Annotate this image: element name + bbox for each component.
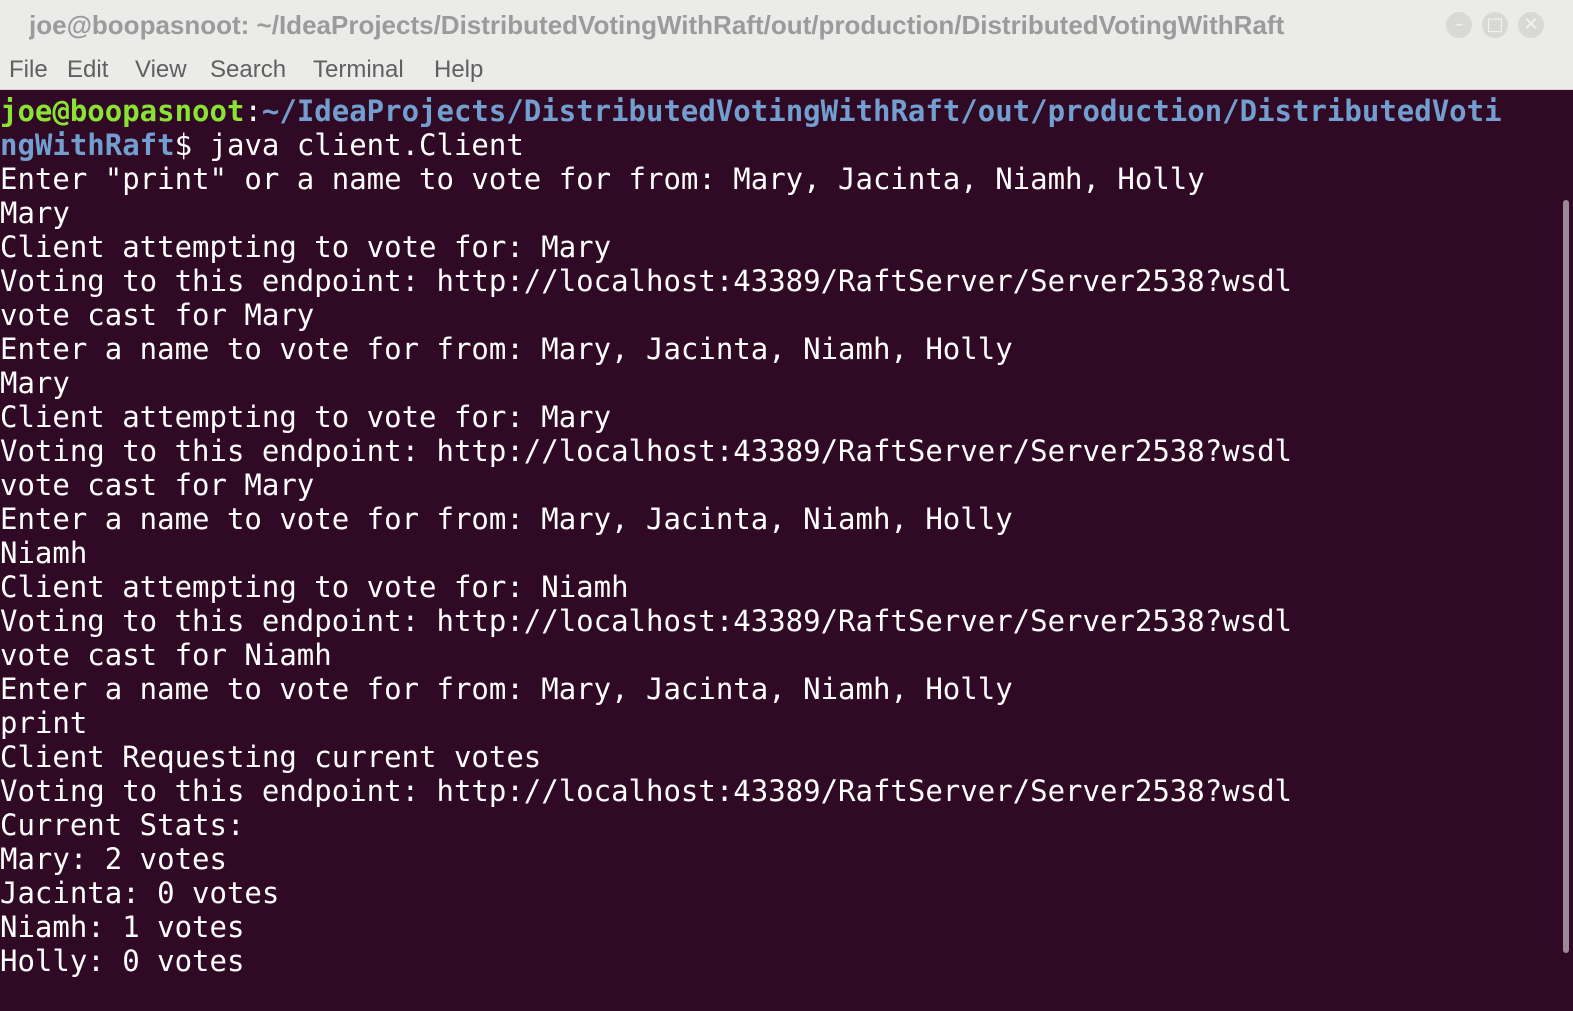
output-line: Voting to this endpoint: http://localhos… xyxy=(0,604,1293,638)
menu-search[interactable]: Search xyxy=(210,54,286,86)
output-line: Niamh: 1 votes xyxy=(0,910,245,944)
scrollbar-thumb[interactable] xyxy=(1563,200,1569,953)
prompt-symbol: $ xyxy=(174,128,193,162)
output-line: Holly: 0 votes xyxy=(0,944,245,978)
menu-help[interactable]: Help xyxy=(434,54,483,86)
output-line: Current Stats: xyxy=(0,808,245,842)
output-line: Jacinta: 0 votes xyxy=(0,876,280,910)
prompt-line-wrapped: ngWithRaft$ java client.Client xyxy=(0,128,524,162)
output-line: Voting to this endpoint: http://localhos… xyxy=(0,264,1293,298)
output-line: Client attempting to vote for: Mary xyxy=(0,400,612,434)
output-line: Mary xyxy=(0,366,70,400)
close-button[interactable]: ✕ xyxy=(1518,12,1544,38)
prompt-path-continued: ngWithRaft xyxy=(0,128,175,162)
output-line: Niamh xyxy=(0,536,88,570)
output-line: Enter a name to vote for from: Mary, Jac… xyxy=(0,672,1013,706)
menu-terminal[interactable]: Terminal xyxy=(313,54,404,86)
terminal-window: joe@boopasnoot: ~/IdeaProjects/Distribut… xyxy=(0,0,1573,1011)
prompt-user-host: joe@boopasnoot xyxy=(0,94,245,128)
output-line: Voting to this endpoint: http://localhos… xyxy=(0,434,1293,468)
output-line: vote cast for Mary xyxy=(0,468,315,502)
output-line: Enter a name to vote for from: Mary, Jac… xyxy=(0,502,1013,536)
prompt-separator: : xyxy=(244,94,262,128)
output-line: Client attempting to vote for: Mary xyxy=(0,230,612,264)
menu-bar: File Edit View Search Terminal Help xyxy=(0,50,1573,90)
output-line: Mary xyxy=(0,196,70,230)
minimize-button[interactable]: – xyxy=(1446,12,1472,38)
command-text: java client.Client xyxy=(192,128,524,162)
output-line: vote cast for Mary xyxy=(0,298,315,332)
prompt-path: ~/IdeaProjects/DistributedVotingWithRaft… xyxy=(261,94,1502,128)
menu-file[interactable]: File xyxy=(9,54,48,86)
window-title: joe@boopasnoot: ~/IdeaProjects/Distribut… xyxy=(29,10,1285,40)
output-line: Client Requesting current votes xyxy=(0,740,542,774)
prompt-line: joe@boopasnoot:~/IdeaProjects/Distribute… xyxy=(0,94,1502,128)
output-line: vote cast for Niamh xyxy=(0,638,332,672)
menu-view[interactable]: View xyxy=(135,54,187,86)
terminal-output[interactable]: joe@boopasnoot:~/IdeaProjects/Distribute… xyxy=(0,90,1560,1011)
maximize-button[interactable]: □ xyxy=(1482,12,1508,38)
output-line: Enter "print" or a name to vote for from… xyxy=(0,162,1205,196)
output-line: Mary: 2 votes xyxy=(0,842,227,876)
output-line: Voting to this endpoint: http://localhos… xyxy=(0,774,1293,808)
output-line: Enter a name to vote for from: Mary, Jac… xyxy=(0,332,1013,366)
title-bar[interactable]: joe@boopasnoot: ~/IdeaProjects/Distribut… xyxy=(0,0,1573,50)
output-line: Client attempting to vote for: Niamh xyxy=(0,570,629,604)
output-line: print xyxy=(0,706,88,740)
menu-edit[interactable]: Edit xyxy=(67,54,108,86)
